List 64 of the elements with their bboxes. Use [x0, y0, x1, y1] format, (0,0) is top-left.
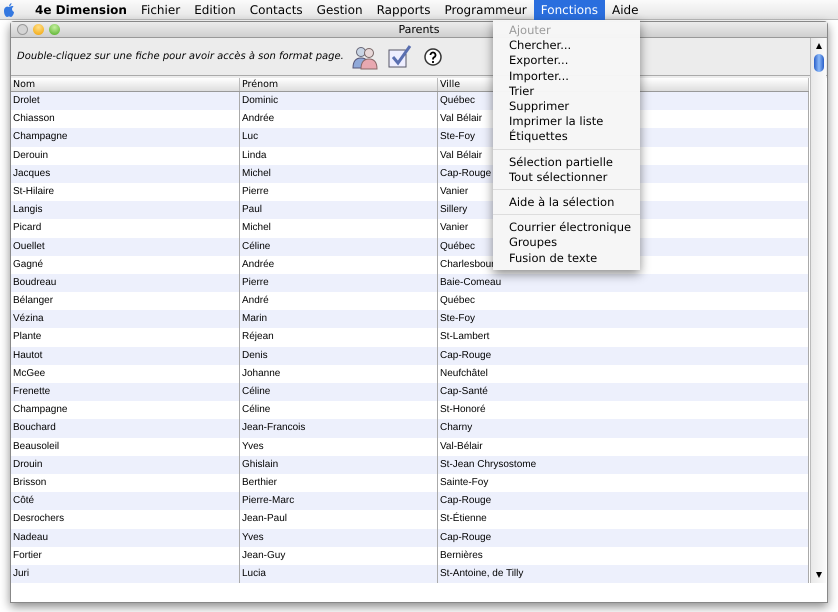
table-cell: Champagne: [11, 128, 240, 147]
table-cell: Jean-Francois: [240, 419, 438, 438]
column-header[interactable]: Prénom: [240, 78, 438, 91]
table-cell: Frenette: [11, 383, 240, 402]
menu-item[interactable]: Tout sélectionner: [493, 170, 640, 186]
table-cell: Vézina: [11, 310, 240, 328]
menu-item[interactable]: Chercher...: [493, 38, 640, 54]
menu-bar-item[interactable]: Aide: [605, 0, 646, 20]
hint-text: Double-cliquez sur une fiche pour avoir accès à son format page.: [17, 51, 344, 62]
table-cell: Pierre: [240, 274, 438, 292]
table-cell: St-Antoine, de Tilly: [438, 564, 809, 584]
table-cell: Cap-Rouge: [438, 528, 809, 547]
table-cell: Nadeau: [11, 528, 240, 547]
menu-item[interactable]: Groupes: [493, 235, 640, 251]
table-cell: Cap-Rouge: [438, 492, 809, 510]
table-cell: Boudreau: [11, 274, 240, 292]
menu-bar-item[interactable]: Rapports: [370, 0, 438, 20]
checkbox-icon[interactable]: [386, 44, 412, 70]
table-cell: Ghislain: [240, 456, 438, 474]
apple-logo-icon[interactable]: [4, 2, 14, 16]
menu-bar-item[interactable]: 4e Dimension: [28, 0, 134, 20]
table-cell: Drouin: [11, 456, 240, 474]
table-cell: Paul: [240, 201, 438, 220]
table-cell: Juri: [11, 564, 240, 584]
menu-item[interactable]: Courrier électronique: [493, 220, 640, 236]
table-cell: St-Jean Chrysostome: [438, 456, 809, 474]
table-cell: Pierre-Marc: [240, 492, 438, 510]
menu-bar-item[interactable]: Gestion: [310, 0, 370, 20]
table-cell: Hautot: [11, 346, 240, 365]
menu-item[interactable]: Étiquettes: [493, 129, 640, 145]
table-cell: Luc: [240, 128, 438, 147]
scroll-down-icon[interactable]: [814, 571, 822, 579]
table-cell: Denis: [240, 346, 438, 365]
table-cell: Bouchard: [11, 419, 240, 438]
table-cell: Lucia: [240, 564, 438, 584]
menu-bar-item[interactable]: Fonctions: [534, 0, 606, 20]
table-cell: Ste-Foy: [438, 310, 809, 328]
table-cell: Drolet: [11, 92, 240, 110]
table-cell: Cap-Santé: [438, 383, 809, 402]
menu-bar-item[interactable]: Edition: [187, 0, 243, 20]
menu-item[interactable]: Imprimer la liste: [493, 114, 640, 130]
window-title: Parents: [398, 23, 440, 36]
table-cell: Cap-Rouge: [438, 346, 809, 365]
column-header[interactable]: Nom: [11, 78, 240, 91]
table-cell: Langis: [11, 201, 240, 220]
menu-bar-item[interactable]: Fichier: [134, 0, 188, 20]
scroll-thumb[interactable]: [814, 54, 824, 72]
table-cell: Dominic: [240, 92, 438, 110]
table-cell: Yves: [240, 528, 438, 547]
scroll-bar[interactable]: [810, 38, 826, 583]
menu-bar-item[interactable]: Contacts: [242, 0, 310, 20]
menu-item[interactable]: Importer...: [493, 68, 640, 84]
table-cell: Marin: [240, 310, 438, 328]
table-cell: Michel: [240, 164, 438, 183]
menu-item[interactable]: Exporter...: [493, 53, 640, 69]
table-cell: Côté: [11, 492, 240, 510]
table-cell: Baie-Comeau: [438, 274, 809, 292]
scroll-up-icon[interactable]: [814, 42, 822, 50]
menu-bar-item[interactable]: Programmeur: [438, 0, 534, 20]
table-cell: Jacques: [11, 164, 240, 183]
table-cell: Céline: [240, 383, 438, 402]
table-cell: Ouellet: [11, 238, 240, 256]
table-cell: Céline: [240, 238, 438, 256]
table-cell: Charny: [438, 419, 809, 438]
